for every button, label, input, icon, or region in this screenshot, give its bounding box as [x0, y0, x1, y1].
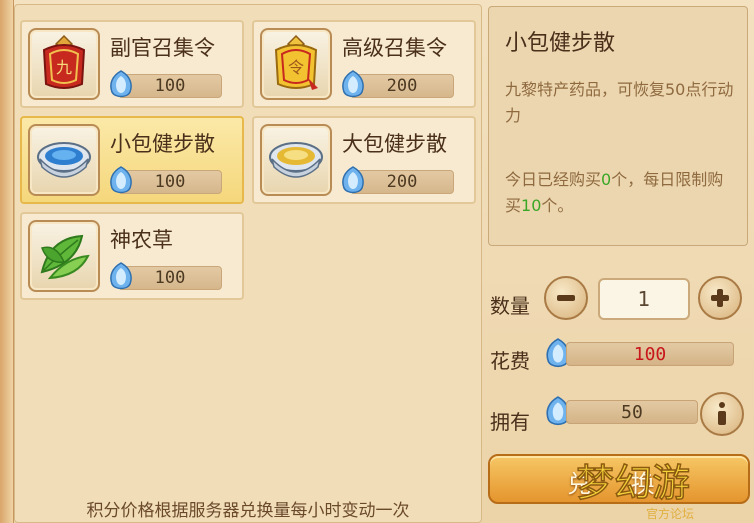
item-name: 大包健步散: [342, 132, 447, 156]
gem-currency-icon: [110, 166, 132, 194]
shop-item-card-selected[interactable]: 小包健步散 100: [20, 116, 244, 204]
info-button[interactable]: [700, 392, 744, 436]
price-change-note: 积分价格根据服务器兑换量每小时变动一次: [86, 501, 410, 521]
bought-count: 0: [601, 170, 612, 189]
plus-icon: [711, 289, 729, 307]
quantity-input[interactable]: [598, 278, 690, 320]
owned-bar: 50: [566, 400, 698, 424]
info-icon: [718, 402, 726, 425]
item-name: 小包健步散: [110, 132, 215, 156]
item-price: 200: [386, 76, 418, 96]
item-detail-panel: 小包健步散 九黎特产药品，可恢复50点行动力 今日已经购买0个，每日限制购买10…: [488, 6, 748, 246]
svg-text:九: 九: [56, 58, 72, 77]
minus-icon: [557, 295, 575, 301]
limit-count: 10: [521, 196, 542, 215]
gem-currency-icon: [342, 166, 364, 194]
exchange-button-label: 兑 换: [567, 470, 671, 498]
cost-bar: 100: [566, 342, 734, 366]
detail-title: 小包健步散: [505, 31, 616, 56]
item-name: 高级召集令: [342, 36, 447, 60]
detail-description: 九黎特产药品，可恢复50点行动力: [505, 80, 734, 125]
decrease-quantity-button[interactable]: [544, 276, 588, 320]
gem-currency-icon: [342, 70, 364, 98]
item-name: 神农草: [110, 228, 173, 252]
owned-value: 50: [621, 402, 643, 423]
item-name: 副官召集令: [110, 36, 215, 60]
item-price: 100: [154, 172, 186, 192]
herb-leaf-icon: [28, 220, 100, 292]
large-bowl-icon: [260, 124, 332, 196]
svg-text:令: 令: [288, 58, 304, 77]
purchase-limit-text: 今日已经购买0个，每日限制购买10个。: [505, 167, 737, 219]
item-price: 200: [386, 172, 418, 192]
increase-quantity-button[interactable]: [698, 276, 742, 320]
gold-token-icon: 令: [260, 28, 332, 100]
limit-prefix: 今日已经购买: [505, 170, 602, 189]
cost-label: 花费: [490, 349, 530, 373]
owned-label: 拥有: [490, 410, 530, 434]
exchange-button[interactable]: 兑 换: [488, 454, 750, 504]
limit-suffix: 个。: [541, 196, 574, 215]
red-token-icon: 九: [28, 28, 100, 100]
small-bowl-icon: [28, 124, 100, 196]
item-price: 100: [154, 76, 186, 96]
shop-item-card[interactable]: 令 高级召集令 200: [252, 20, 476, 108]
gem-currency-icon: [110, 70, 132, 98]
shop-item-card[interactable]: 大包健步散 200: [252, 116, 476, 204]
left-edge-strip: [0, 0, 14, 523]
gem-currency-icon: [110, 262, 132, 290]
item-price: 100: [154, 268, 186, 288]
cost-value: 100: [633, 344, 667, 365]
shop-item-card[interactable]: 神农草 100: [20, 212, 244, 300]
shop-item-card[interactable]: 九 副官召集令 100: [20, 20, 244, 108]
quantity-label: 数量: [490, 294, 530, 318]
